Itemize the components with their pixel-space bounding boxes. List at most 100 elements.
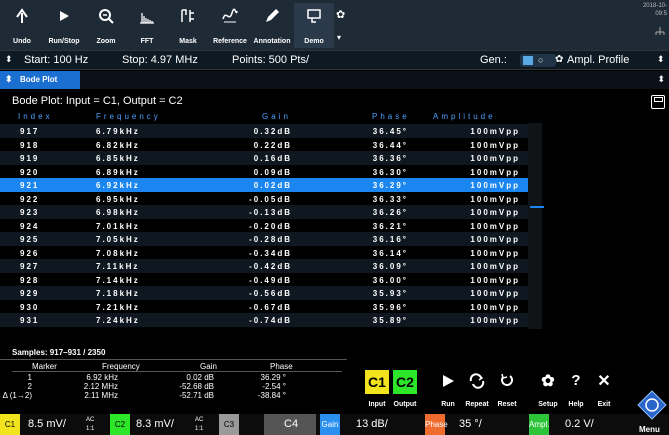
start-frequency[interactable]: Start: 100 Hz: [24, 54, 88, 66]
setup-button[interactable]: ✿ Setup: [534, 370, 562, 408]
cell-frequency: 7.24kHz: [96, 316, 140, 325]
cell-frequency: 7.05kHz: [96, 235, 140, 244]
toolbar-expand-caret-icon[interactable]: ▾: [337, 33, 341, 42]
cell-frequency: 7.14kHz: [96, 275, 140, 285]
demo-icon: [307, 9, 321, 23]
reference-button[interactable]: Reference: [210, 3, 250, 48]
repeat-button[interactable]: Repeat: [462, 370, 492, 408]
cell-gain: -0.74dB: [249, 316, 292, 325]
cell-phase: 36.16°: [372, 235, 408, 244]
channel-c1-status[interactable]: C1 8.5 mV/ AC 1:1: [0, 414, 98, 435]
marker-row[interactable]: Δ (1→2) 2.11 MHz -52.71 dB -38.84 °: [0, 391, 340, 401]
undo-button[interactable]: Undo: [2, 3, 42, 48]
channel-c4-status[interactable]: C4: [264, 414, 316, 435]
phase-scale-status[interactable]: Phase 35 °/: [425, 414, 525, 435]
menu-button[interactable]: Menu: [635, 388, 669, 435]
table-row[interactable]: 924 7.01kHz -0.20dB 36.21° 100mVpp: [0, 219, 528, 233]
table-row[interactable]: 925 7.05kHz -0.28dB 36.16° 100mVpp: [0, 232, 528, 246]
toolbar-settings-gear-icon[interactable]: ✿: [336, 8, 345, 21]
channel-c2-status[interactable]: C2 8.3 mV/ AC 1:1: [110, 414, 208, 435]
exit-button[interactable]: ✕ Exit: [590, 370, 618, 408]
table-row[interactable]: 928 7.14kHz -0.49dB 36.00° 100mVpp: [0, 273, 528, 287]
tab-bode-plot[interactable]: ⬍ Bode Plot: [0, 71, 80, 89]
marker-cell-gain: -52.68 dB: [179, 382, 214, 391]
channel-c2-scale: 8.3 mV/: [136, 418, 174, 430]
input-channel-button[interactable]: C1 Input: [363, 368, 391, 408]
cell-frequency: 6.95kHz: [96, 194, 140, 204]
cell-index: 926: [20, 248, 40, 258]
settings-scroll-right-icon[interactable]: ⬍: [657, 54, 665, 65]
settings-scroll-icon[interactable]: ⬍: [5, 54, 13, 65]
table-row[interactable]: 923 6.98kHz -0.13dB 36.26° 100mVpp: [0, 205, 528, 219]
table-scrollbar[interactable]: [528, 123, 542, 329]
table-scroll-position-marker[interactable]: [530, 206, 544, 208]
table-row[interactable]: 927 7.11kHz -0.42dB 36.09° 100mVpp: [0, 259, 528, 273]
ampl-profile-gear-icon: ✿: [555, 54, 564, 65]
cell-amplitude: 100mVpp: [470, 248, 520, 258]
table-row[interactable]: 921 6.92kHz 0.02dB 36.29° 100mVpp: [0, 178, 528, 192]
run-button[interactable]: Run: [434, 370, 462, 408]
amplitude-scale-status[interactable]: Ampl. 0.2 V/: [529, 414, 633, 435]
help-button[interactable]: ? Help: [562, 370, 590, 408]
help-label: Help: [568, 401, 584, 408]
cell-index: 919: [20, 154, 40, 163]
cell-frequency: 6.89kHz: [96, 167, 140, 177]
gain-scale-status[interactable]: Gain 13 dB/: [320, 414, 426, 435]
demo-label: Demo: [304, 38, 324, 45]
gain-scale: 13 dB/: [356, 418, 388, 430]
table-row[interactable]: 929 7.18kHz -0.56dB 35.93° 100mVpp: [0, 286, 528, 300]
marker-col-gain: Gain: [200, 362, 217, 371]
channel-c4-tag: C4: [284, 418, 299, 430]
generator-toggle[interactable]: ○: [520, 54, 556, 67]
cell-phase: 36.09°: [372, 262, 408, 271]
mask-button[interactable]: Mask: [168, 3, 208, 48]
ampl-profile-button[interactable]: Ampl. Profile: [567, 54, 629, 66]
table-row[interactable]: 930 7.21kHz -0.67dB 35.96° 100mVpp: [0, 300, 528, 314]
stop-frequency[interactable]: Stop: 4.97 MHz: [122, 54, 198, 66]
run-play-icon: [443, 375, 454, 387]
toggle-knob: [523, 56, 533, 65]
cell-amplitude: 100mVpp: [470, 302, 520, 312]
table-row[interactable]: 917 6.79kHz 0.32dB 36.45° 100mVpp: [0, 124, 528, 138]
tab-row-scroll-icon[interactable]: ⬍: [657, 74, 665, 85]
table-row[interactable]: 919 6.85kHz 0.16dB 36.36° 100mVpp: [0, 151, 528, 165]
marker-cell-frequency: 2.11 MHz: [84, 391, 118, 400]
marker-cell-phase: -38.84 °: [257, 391, 286, 400]
table-row[interactable]: 918 6.82kHz 0.22dB 36.44° 100mVpp: [0, 138, 528, 152]
cell-index: 925: [20, 235, 40, 244]
brand-logo-icon: [637, 390, 667, 420]
cell-index: 922: [20, 194, 40, 204]
marker-cell-id: 1: [27, 373, 32, 382]
cell-index: 928: [20, 275, 40, 285]
column-header-index: Index: [18, 112, 53, 121]
cell-amplitude: 100mVpp: [470, 289, 520, 298]
fft-button[interactable]: FFT: [127, 3, 167, 48]
cell-phase: 36.30°: [372, 167, 408, 177]
date-text: 2018-10-: [642, 3, 667, 9]
points-setting[interactable]: Points: 500 Pts/: [232, 54, 309, 66]
demo-button[interactable]: Demo: [294, 3, 334, 48]
zoom-button[interactable]: Zoom: [86, 3, 126, 48]
cell-frequency: 6.85kHz: [96, 154, 140, 163]
save-icon[interactable]: [651, 95, 665, 109]
input-channel-swatch: C1: [365, 370, 389, 394]
cell-phase: 36.29°: [372, 181, 408, 190]
input-label: Input: [368, 401, 386, 408]
datetime-display: 2018-10- 09:5: [643, 2, 667, 18]
table-row[interactable]: 931 7.24kHz -0.74dB 35.89° 100mVpp: [0, 313, 528, 327]
gain-tag: Gain: [320, 414, 340, 435]
reset-button[interactable]: Reset: [492, 370, 522, 408]
table-row[interactable]: 926 7.08kHz -0.34dB 36.14° 100mVpp: [0, 246, 528, 260]
annotation-button[interactable]: Annotation: [252, 3, 292, 48]
cell-gain: -0.67dB: [249, 302, 292, 312]
output-channel-button[interactable]: C2 Output: [391, 368, 419, 408]
table-row[interactable]: 920 6.89kHz 0.09dB 36.30° 100mVpp: [0, 165, 528, 179]
channel-c1-scale: 8.5 mV/: [28, 418, 66, 430]
samples-range-label: Samples: 917–931 / 2350: [12, 348, 106, 357]
reset-icon: [501, 373, 513, 386]
channel-c1-ratio: 1:1: [86, 426, 95, 432]
cell-phase: 35.96°: [372, 302, 408, 312]
cell-amplitude: 100mVpp: [470, 167, 520, 177]
table-row[interactable]: 922 6.95kHz -0.05dB 36.33° 100mVpp: [0, 192, 528, 206]
run-stop-button[interactable]: Run/Stop: [44, 3, 84, 48]
